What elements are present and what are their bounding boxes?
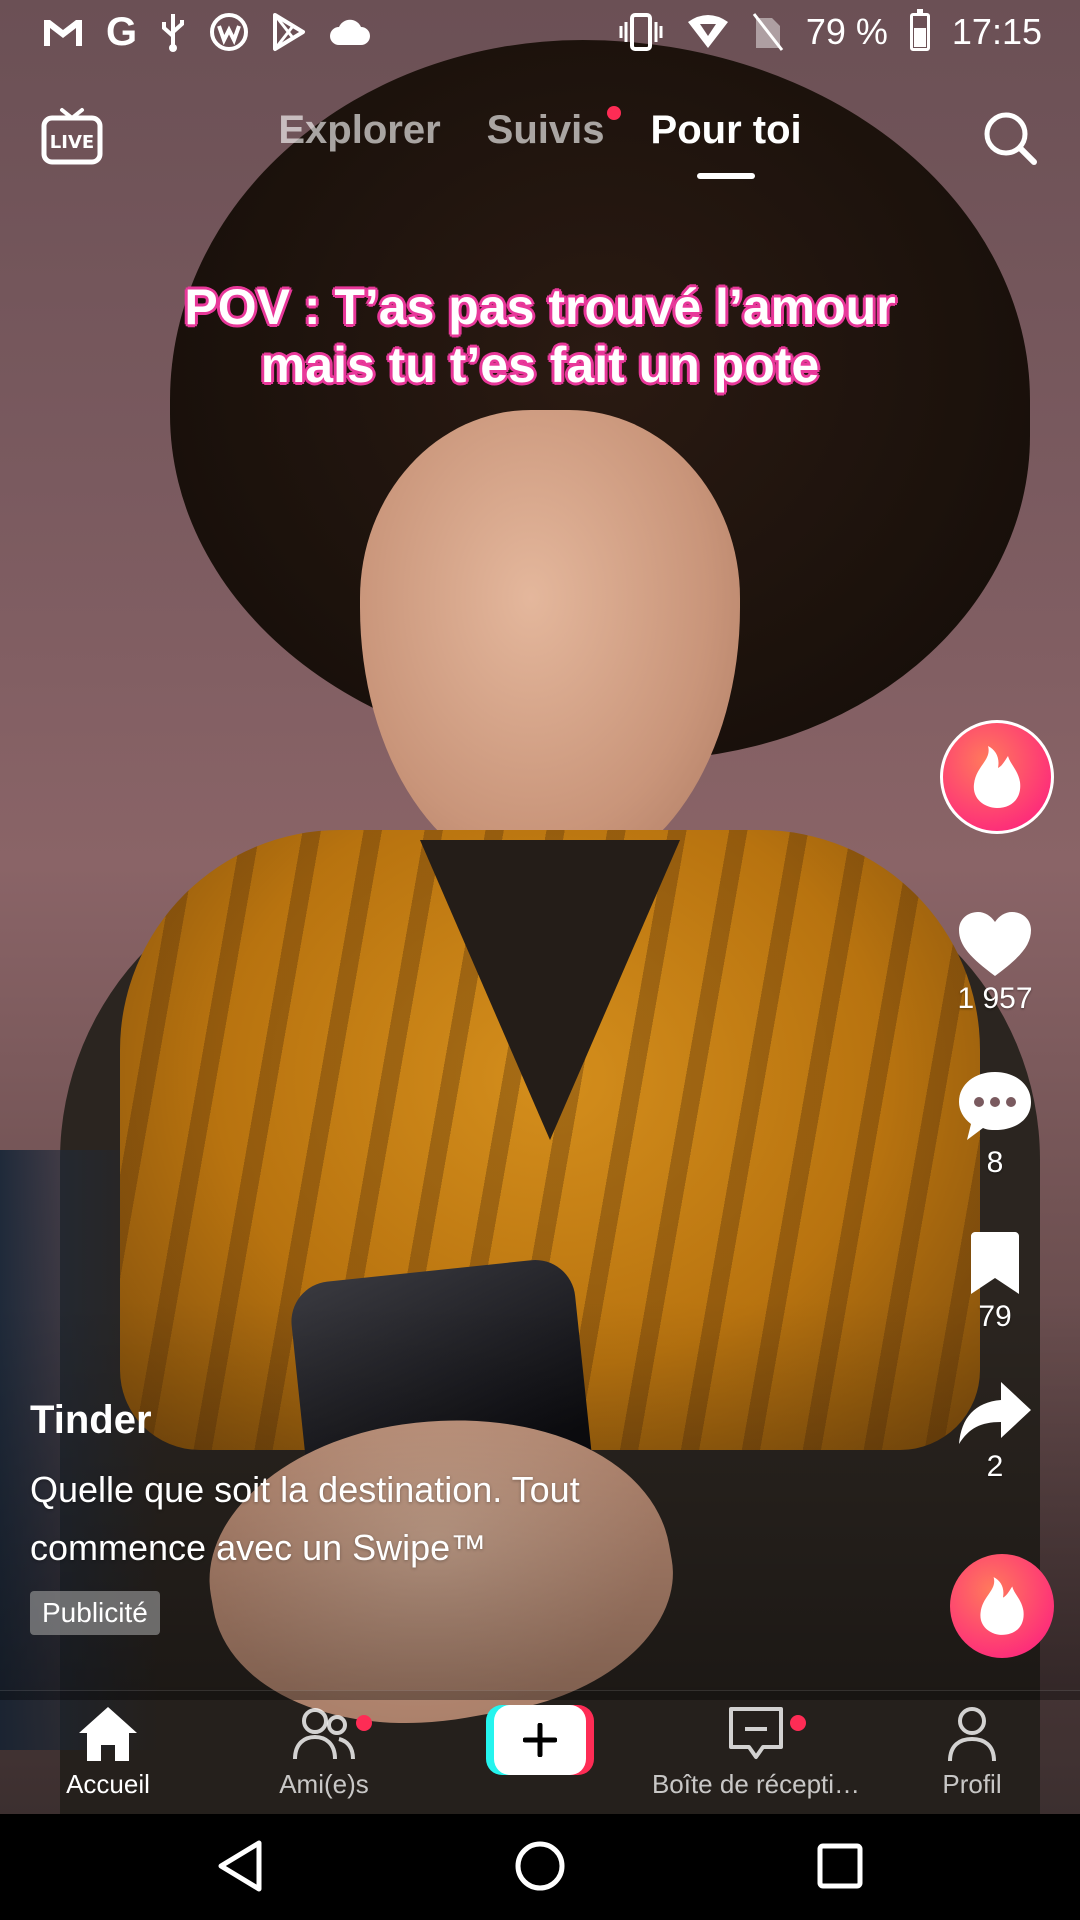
android-nav-bar (0, 1814, 1080, 1920)
description-line-1: Quelle que soit la destination. Tout (30, 1469, 580, 1510)
notification-dot (356, 1715, 372, 1731)
share-count: 2 (986, 1450, 1004, 1483)
bookmark-icon (971, 1232, 1019, 1294)
battery-icon (909, 9, 930, 54)
status-right: 79 % 17:15 (618, 9, 1042, 54)
share-icon (959, 1382, 1031, 1444)
bottom-nav: Accueil Ami(e)s Boîte de récepti… Profil (0, 1690, 1080, 1814)
search-icon (984, 112, 1037, 165)
video-vneck (420, 840, 680, 1140)
inbox-icon (729, 1707, 783, 1759)
comment-count: 8 (986, 1146, 1004, 1179)
notification-dot (790, 1715, 806, 1731)
tab-suivis[interactable]: Suivis (485, 106, 621, 179)
comment-action[interactable]: 8 (910, 1070, 1080, 1180)
share-action[interactable]: 2 (910, 1380, 1080, 1484)
clock: 17:15 (951, 11, 1042, 52)
like-action[interactable]: 1 957 (910, 910, 1080, 1016)
save-count: 79 (978, 1300, 1012, 1333)
post-description: Quelle que soit la destination. Tout com… (30, 1461, 750, 1577)
nav-friends-label: Ami(e)s (279, 1769, 369, 1799)
tab-explorer[interactable]: Explorer (276, 108, 442, 179)
tinder-flame-icon (980, 1577, 1024, 1635)
play-store-icon (271, 10, 307, 54)
top-nav: LIVE Explorer Suivis Pour toi (0, 100, 1080, 200)
video-neck (440, 820, 660, 980)
no-sim-icon (752, 10, 784, 54)
description-line-2: commence avec un Swipe™ (30, 1527, 487, 1568)
caption-line-1: POV : T’as pas trouvé l’amour (184, 279, 896, 335)
friends-icon (293, 1708, 355, 1760)
notification-dot (606, 106, 621, 120)
comment-icon (959, 1072, 1031, 1140)
cloud-icon (329, 10, 371, 54)
author-name[interactable]: Tinder (30, 1398, 750, 1443)
plus-icon (523, 1723, 557, 1757)
caption-line-2: mais tu t’es fait un pote (260, 337, 820, 393)
tab-explorer-label: Explorer (278, 108, 441, 152)
profile-icon (948, 1707, 996, 1762)
status-left: G (42, 10, 371, 54)
usb-icon (159, 10, 187, 54)
browser-icon (209, 10, 249, 54)
music-disc[interactable] (950, 1554, 1054, 1658)
search-button[interactable] (980, 108, 1040, 168)
battery-percent: 79 % (805, 11, 888, 52)
save-action[interactable]: 79 (910, 1232, 1080, 1334)
home-circle-icon (515, 1841, 565, 1891)
google-icon: G (106, 9, 138, 54)
create-button-face (494, 1705, 586, 1775)
status-bar: G 79 % 17:15 (0, 0, 1080, 64)
feed-tabs: Explorer Suivis Pour toi (0, 106, 1080, 179)
video-face (360, 410, 740, 880)
nav-home[interactable]: Accueil (0, 1703, 218, 1800)
gmail-icon (42, 10, 84, 54)
nav-inbox[interactable]: Boîte de récepti… (646, 1703, 866, 1800)
tinder-flame-icon (973, 746, 1021, 808)
nav-inbox-label: Boîte de récepti… (651, 1769, 861, 1799)
ad-badge: Publicité (30, 1591, 160, 1635)
video-vest (120, 830, 980, 1450)
heart-icon (959, 912, 1031, 976)
nav-profile-label: Profil (942, 1769, 1002, 1799)
tab-pour-toi-label: Pour toi (650, 108, 802, 152)
post-info: Tinder Quelle que soit la destination. T… (30, 1398, 750, 1635)
home-icon (79, 1707, 137, 1761)
tab-suivis-label: Suivis (486, 108, 605, 152)
nav-home-label: Accueil (66, 1769, 150, 1799)
tab-pour-toi[interactable]: Pour toi (649, 108, 804, 179)
nav-profile[interactable]: Profil (862, 1703, 1080, 1800)
recents-square-icon (817, 1843, 863, 1889)
create-button[interactable] (486, 1705, 594, 1775)
like-count: 1 957 (957, 982, 1033, 1015)
wifi-icon (686, 10, 730, 54)
recents-button[interactable] (800, 1836, 880, 1896)
vibrate-icon (618, 10, 664, 54)
nav-friends[interactable]: Ami(e)s (214, 1703, 434, 1800)
back-button[interactable] (200, 1836, 280, 1896)
back-triangle-icon (218, 1840, 262, 1892)
home-system-button[interactable] (500, 1836, 580, 1896)
video-caption: POV : T’as pas trouvé l’amour mais tu t’… (90, 278, 990, 394)
author-avatar[interactable] (940, 720, 1054, 834)
screen: G 79 % 17:15 LIVE Explorer Suivis Pour t… (0, 0, 1080, 1920)
